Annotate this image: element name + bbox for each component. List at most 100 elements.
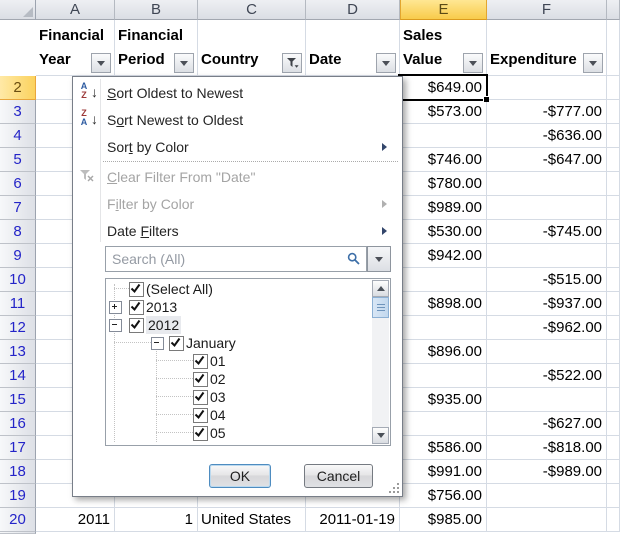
row-header-19[interactable]: 19 [0,484,36,508]
cell-E11[interactable]: $898.00 [400,292,487,316]
menu-item-sort-oldest-to-newest[interactable]: AZ↓Sort Oldest to Newest [74,79,401,106]
tree-item-05[interactable]: 05 [107,424,372,442]
cell-F7[interactable] [487,196,607,220]
tree-item-partial[interactable] [107,442,372,444]
tree-checkbox-04[interactable] [193,408,208,423]
row-header-16[interactable]: 16 [0,412,36,436]
cell-E8[interactable]: $530.00 [400,220,487,244]
cell-E17[interactable]: $586.00 [400,436,487,460]
header-cell-C[interactable]: Country [198,20,306,76]
resize-grip[interactable] [389,483,399,493]
tree-checkbox-01[interactable] [193,354,208,369]
cell-F9[interactable] [487,244,607,268]
header-cell-D[interactable]: Date [306,20,400,76]
tree-checkbox-02[interactable] [193,372,208,387]
cell-F2[interactable] [487,76,607,100]
cell-E4[interactable] [400,124,487,148]
cell-A20[interactable]: 2011 [36,508,115,532]
list-scrollbar[interactable] [372,280,389,444]
tree-item-2013[interactable]: 2013 [107,298,372,316]
row-header-20[interactable]: 20 [0,508,36,532]
tree-item-select-all[interactable]: (Select All) [107,280,372,298]
cell-F4[interactable]: -$636.00 [487,124,607,148]
cell-E19[interactable]: $756.00 [400,484,487,508]
cell-E14[interactable] [400,364,487,388]
row-header-17[interactable]: 17 [0,436,36,460]
fill-handle[interactable] [483,96,489,102]
cell-E6[interactable]: $780.00 [400,172,487,196]
cell-B20[interactable]: 1 [115,508,198,532]
selected-cell-outline[interactable] [398,74,488,101]
expander-minus-icon[interactable] [151,337,164,350]
cell-F20[interactable] [487,508,607,532]
header-cell-A[interactable]: FinancialYear [36,20,115,76]
row-header-4[interactable]: 4 [0,124,36,148]
cell-E7[interactable]: $989.00 [400,196,487,220]
row-header-14[interactable]: 14 [0,364,36,388]
cell-F10[interactable]: -$515.00 [487,268,607,292]
cell-F16[interactable]: -$627.00 [487,412,607,436]
cancel-button[interactable]: Cancel [304,464,373,488]
cell-F19[interactable] [487,484,607,508]
b-column-filter-button[interactable] [174,53,194,73]
search-dropdown-button[interactable] [367,246,391,272]
filter-search-box[interactable] [105,246,367,272]
cell-F3[interactable]: -$777.00 [487,100,607,124]
tree-item-january[interactable]: January [107,334,372,352]
cell-F14[interactable]: -$522.00 [487,364,607,388]
row-header-2[interactable]: 2 [0,76,36,100]
cell-F8[interactable]: -$745.00 [487,220,607,244]
cell-E12[interactable] [400,316,487,340]
tree-item-02[interactable]: 02 [107,370,372,388]
column-header-A[interactable]: A [36,0,115,20]
row-header-13[interactable]: 13 [0,340,36,364]
tree-checkbox-03[interactable] [193,390,208,405]
cell-F13[interactable] [487,340,607,364]
tree-checkbox-2013[interactable] [129,300,144,315]
cell-E5[interactable]: $746.00 [400,148,487,172]
cell-E15[interactable]: $935.00 [400,388,487,412]
search-input[interactable] [110,249,344,269]
scroll-thumb[interactable] [372,297,389,318]
tree-checkbox-select-all[interactable] [129,282,144,297]
e-column-filter-button[interactable] [463,53,483,73]
menu-item-sort-newest-to-oldest[interactable]: ZA↓Sort Newest to Oldest [74,106,401,133]
cell-E18[interactable]: $991.00 [400,460,487,484]
row-header-7[interactable]: 7 [0,196,36,220]
tree-item-04[interactable]: 04 [107,406,372,424]
cell-F11[interactable]: -$937.00 [487,292,607,316]
cell-F17[interactable]: -$818.00 [487,436,607,460]
cell-F18[interactable]: -$989.00 [487,460,607,484]
row-header-8[interactable]: 8 [0,220,36,244]
row-header-9[interactable]: 9 [0,244,36,268]
header-cell-B[interactable]: FinancialPeriod [115,20,198,76]
menu-item-filter-by-color[interactable]: Filter by Color [74,190,401,217]
column-header-F[interactable]: F [487,0,607,20]
tree-item-03[interactable]: 03 [107,388,372,406]
ok-button[interactable]: OK [209,464,271,488]
column-header-E[interactable]: E [400,0,487,20]
tree-checkbox-january[interactable] [169,336,184,351]
row-header-5[interactable]: 5 [0,148,36,172]
expander-minus-icon[interactable] [109,319,122,332]
cell-F15[interactable] [487,388,607,412]
cell-D20[interactable]: 2011-01-19 [306,508,400,532]
row-header-12[interactable]: 12 [0,316,36,340]
cell-E16[interactable] [400,412,487,436]
cell-F6[interactable] [487,172,607,196]
row-header-3[interactable]: 3 [0,100,36,124]
tree-checkbox-05[interactable] [193,426,208,441]
menu-item-clear-filter-from-date[interactable]: Clear Filter From "Date" [74,163,401,190]
column-header-D[interactable]: D [306,0,400,20]
menu-item-sort-by-color[interactable]: Sort by Color [74,133,401,160]
cell-E9[interactable]: $942.00 [400,244,487,268]
row-header-6[interactable]: 6 [0,172,36,196]
column-header-C[interactable]: C [198,0,306,20]
scroll-up-button[interactable] [372,280,389,297]
cell-E20[interactable]: $985.00 [400,508,487,532]
date-filter-button-open[interactable] [376,53,396,73]
expander-plus-icon[interactable] [109,301,122,314]
cell-C20[interactable]: United States [198,508,306,532]
row-header-10[interactable]: 10 [0,268,36,292]
cell-F5[interactable]: -$647.00 [487,148,607,172]
